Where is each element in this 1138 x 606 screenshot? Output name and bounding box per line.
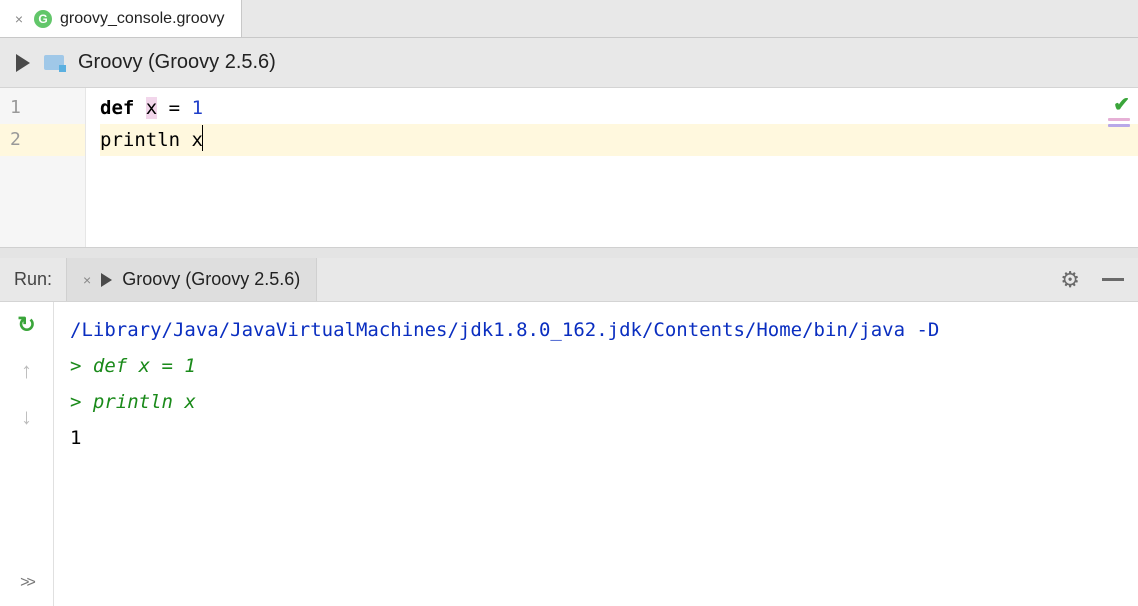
analysis-status[interactable]: ✔ bbox=[1113, 92, 1130, 117]
keyword-token: def bbox=[100, 97, 134, 119]
stripe-marker[interactable] bbox=[1108, 118, 1130, 121]
script-context-label: Groovy (Groovy 2.5.6) bbox=[78, 51, 276, 74]
line-number[interactable]: 2 bbox=[0, 124, 85, 156]
error-stripes[interactable] bbox=[1108, 118, 1130, 127]
text-token: = bbox=[157, 97, 191, 119]
panel-separator[interactable] bbox=[0, 248, 1138, 258]
run-panel-tools: ⚙ bbox=[1060, 267, 1124, 293]
stripe-marker[interactable] bbox=[1108, 124, 1130, 127]
console-echo-line: > def x = 1 bbox=[70, 348, 1138, 384]
run-panel-header: Run: × Groovy (Groovy 2.5.6) ⚙ bbox=[0, 258, 1138, 302]
file-tab-title: groovy_console.groovy bbox=[60, 10, 225, 28]
editor-tab-bar: × G groovy_console.groovy bbox=[0, 0, 1138, 38]
close-run-tab-icon[interactable]: × bbox=[83, 272, 91, 288]
text-token: println bbox=[100, 129, 192, 151]
run-button-icon[interactable] bbox=[16, 54, 30, 72]
expand-icon[interactable]: >> bbox=[20, 574, 33, 592]
checkmark-icon: ✔ bbox=[1113, 94, 1130, 116]
folder-icon bbox=[44, 55, 64, 70]
gear-icon[interactable]: ⚙ bbox=[1060, 267, 1080, 293]
file-tab[interactable]: × G groovy_console.groovy bbox=[0, 0, 242, 37]
minimize-icon[interactable] bbox=[1102, 278, 1124, 281]
run-config-tab[interactable]: × Groovy (Groovy 2.5.6) bbox=[66, 258, 317, 301]
code-content[interactable]: def x = 1 println x bbox=[86, 88, 1138, 247]
console-output-line: 1 bbox=[70, 420, 1138, 456]
variable-token: x bbox=[146, 97, 157, 119]
rerun-icon[interactable]: ↻ bbox=[17, 312, 35, 338]
text-token bbox=[134, 97, 145, 119]
code-line[interactable]: println x bbox=[100, 124, 1138, 156]
text-cursor bbox=[202, 125, 203, 151]
arrow-up-icon[interactable]: ↑ bbox=[21, 358, 32, 384]
code-line[interactable]: def x = 1 bbox=[100, 92, 1138, 124]
console-output[interactable]: /Library/Java/JavaVirtualMachines/jdk1.8… bbox=[54, 302, 1138, 606]
line-gutter: 1 2 bbox=[0, 88, 86, 247]
line-number[interactable]: 1 bbox=[0, 92, 85, 124]
arrow-down-icon[interactable]: ↓ bbox=[21, 404, 32, 430]
groovy-file-icon: G bbox=[34, 10, 52, 28]
run-tab-title: Groovy (Groovy 2.5.6) bbox=[122, 269, 300, 290]
editor-toolbar: Groovy (Groovy 2.5.6) bbox=[0, 38, 1138, 88]
run-sidebar: ↻ ↑ ↓ >> bbox=[0, 302, 54, 606]
close-tab-icon[interactable]: × bbox=[12, 11, 26, 27]
console-echo-line: > println x bbox=[70, 384, 1138, 420]
play-icon bbox=[101, 273, 112, 287]
number-token: 1 bbox=[192, 97, 203, 119]
run-panel-label: Run: bbox=[14, 269, 66, 290]
run-panel-body: ↻ ↑ ↓ >> /Library/Java/JavaVirtualMachin… bbox=[0, 302, 1138, 606]
console-command-line: /Library/Java/JavaVirtualMachines/jdk1.8… bbox=[70, 312, 1138, 348]
code-editor[interactable]: 1 2 def x = 1 println x ✔ bbox=[0, 88, 1138, 248]
